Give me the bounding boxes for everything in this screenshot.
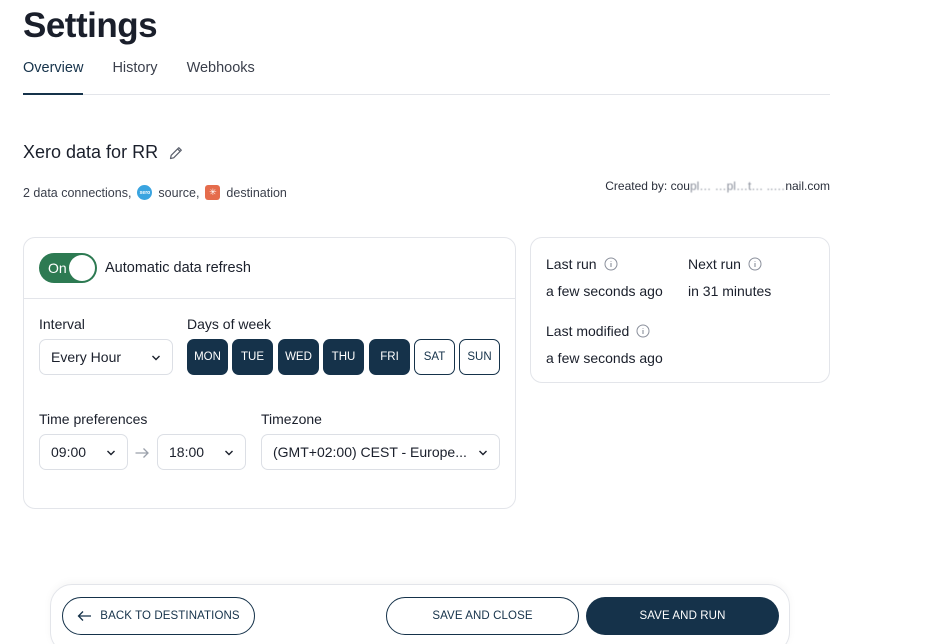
day-wed-button[interactable]: WED xyxy=(278,339,319,375)
arrow-right-icon xyxy=(135,448,149,458)
refresh-header: On Automatic data refresh xyxy=(24,238,515,299)
time-preferences-label: Time preferences xyxy=(39,411,148,427)
arrow-left-icon xyxy=(77,611,92,621)
auto-refresh-toggle[interactable]: On xyxy=(39,253,97,283)
toggle-label: On xyxy=(48,260,67,276)
created-by-label: Created by: cou xyxy=(605,179,690,193)
pencil-icon[interactable] xyxy=(168,145,184,161)
save-close-label: SAVE AND CLOSE xyxy=(432,610,533,622)
tab-webhooks[interactable]: Webhooks xyxy=(187,58,255,94)
day-sun-button[interactable]: SUN xyxy=(459,339,500,375)
timezone-label: Timezone xyxy=(261,411,322,427)
flow-name-row: Xero data for RR xyxy=(23,142,184,163)
time-to-value: 18:00 xyxy=(169,444,205,460)
back-to-destinations-button[interactable]: BACK TO DESTINATIONS xyxy=(62,597,255,635)
connections-summary: 2 data connections, xero source, ✳ desti… xyxy=(23,185,287,200)
interval-label: Interval xyxy=(39,316,85,332)
created-by-masked: pl… …pl…t… ..… xyxy=(689,179,786,193)
last-modified-value: a few seconds ago xyxy=(546,350,663,366)
last-run-label-row: Last run xyxy=(546,256,618,272)
timezone-select[interactable]: (GMT+02:00) CEST - Europe... xyxy=(261,434,500,470)
toggle-knob xyxy=(69,255,95,281)
time-from-value: 09:00 xyxy=(51,444,87,460)
tab-history[interactable]: History xyxy=(112,58,157,94)
days-label: Days of week xyxy=(187,316,272,332)
interval-select[interactable]: Every Hour xyxy=(39,339,173,375)
day-tue-button[interactable]: TUE xyxy=(232,339,273,375)
run-status-card: Last run a few seconds ago Next run in 3… xyxy=(530,237,830,383)
page-title: Settings xyxy=(23,6,158,45)
xero-source-icon: xero xyxy=(137,185,153,200)
save-run-label: SAVE AND RUN xyxy=(639,610,726,622)
chevron-down-icon xyxy=(152,355,160,361)
auto-refresh-label: Automatic data refresh xyxy=(105,260,251,276)
day-fri-button[interactable]: FRI xyxy=(369,339,410,375)
destination-label: destination xyxy=(226,185,287,200)
chevron-down-icon xyxy=(479,450,487,456)
timezone-value: (GMT+02:00) CEST - Europe... xyxy=(273,444,467,460)
next-run-value: in 31 minutes xyxy=(688,283,772,299)
destination-icon: ✳ xyxy=(205,185,221,200)
time-to-select[interactable]: 18:00 xyxy=(157,434,246,470)
action-bar: BACK TO DESTINATIONS SAVE AND CLOSE SAVE… xyxy=(50,584,790,644)
day-mon-button[interactable]: MON xyxy=(187,339,228,375)
created-by: Created by: coupl… …pl…t… ..…nail.com xyxy=(605,179,830,193)
chevron-down-icon xyxy=(225,450,233,456)
tab-overview[interactable]: Overview xyxy=(23,58,84,95)
interval-value: Every Hour xyxy=(51,349,122,365)
last-run-value: a few seconds ago xyxy=(546,283,663,299)
refresh-settings-card: On Automatic data refresh Interval Every… xyxy=(23,237,516,509)
last-modified-label: Last modified xyxy=(546,323,630,339)
next-run-label: Next run xyxy=(688,256,741,272)
flow-name: Xero data for RR xyxy=(23,142,159,162)
time-from-select[interactable]: 09:00 xyxy=(39,434,128,470)
created-by-domain: nail.com xyxy=(785,179,830,193)
next-run-label-row: Next run xyxy=(688,256,762,272)
back-label: BACK TO DESTINATIONS xyxy=(100,610,240,622)
chevron-down-icon xyxy=(107,450,115,456)
connections-count: 2 data connections, xyxy=(23,185,132,200)
save-and-run-button[interactable]: SAVE AND RUN xyxy=(586,597,779,635)
info-icon[interactable] xyxy=(636,324,650,338)
tab-bar: Overview History Webhooks xyxy=(23,58,830,95)
info-icon[interactable] xyxy=(748,257,762,271)
last-run-label: Last run xyxy=(546,256,597,272)
day-sat-button[interactable]: SAT xyxy=(414,339,455,375)
source-label: source, xyxy=(158,185,200,200)
last-modified-label-row: Last modified xyxy=(546,323,650,339)
day-thu-button[interactable]: THU xyxy=(323,339,364,375)
info-icon[interactable] xyxy=(604,257,618,271)
save-and-close-button[interactable]: SAVE AND CLOSE xyxy=(386,597,579,635)
